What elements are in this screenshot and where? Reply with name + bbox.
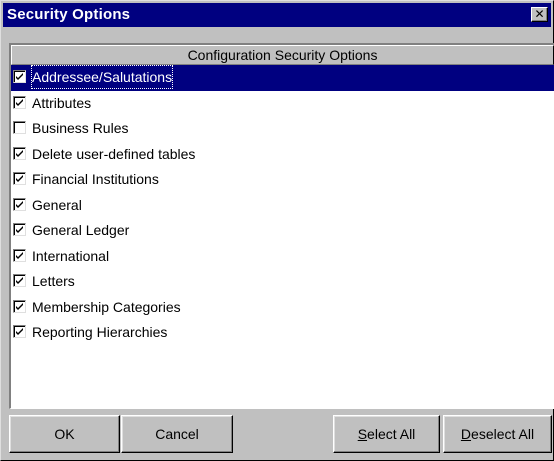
- list-item-label: Financial Institutions: [32, 171, 159, 187]
- list-item-label: Attributes: [32, 94, 92, 111]
- list-item-label: Addressee/Salutations: [31, 65, 174, 89]
- list-item-label: Letters: [32, 273, 75, 289]
- list-item-label: General Ledger: [32, 222, 130, 238]
- list-item[interactable]: Letters: [11, 269, 554, 295]
- checked-checkbox-icon[interactable]: [13, 248, 26, 262]
- deselect-all-mnemonic: D: [460, 426, 472, 442]
- ok-button[interactable]: OK: [9, 415, 120, 453]
- list-item[interactable]: Financial Institutions: [11, 167, 554, 193]
- list-item-label: Business Rules: [32, 120, 129, 136]
- list-item[interactable]: General: [11, 193, 554, 219]
- security-options-dialog: Security Options ✕ Configuration Securit…: [0, 0, 554, 461]
- checked-checkbox-icon[interactable]: [13, 146, 26, 160]
- checked-checkbox-icon[interactable]: [13, 70, 26, 83]
- list-item[interactable]: Addressee/Salutations: [11, 65, 554, 91]
- close-icon[interactable]: ✕: [531, 7, 548, 22]
- checked-checkbox-icon[interactable]: [13, 223, 26, 236]
- list-item[interactable]: Reporting Hierarchies: [11, 320, 554, 346]
- column-header[interactable]: Configuration Security Options: [11, 45, 554, 65]
- unchecked-checkbox-icon[interactable]: [13, 121, 26, 134]
- dialog-title: Security Options: [7, 6, 131, 23]
- deselect-all-label: eselect All: [471, 426, 535, 442]
- list-item[interactable]: Business Rules: [11, 116, 554, 142]
- select-all-label: elect All: [367, 426, 416, 442]
- select-all-mnemonic: S: [357, 426, 368, 442]
- list-item[interactable]: Delete user-defined tables: [11, 142, 554, 168]
- list-item[interactable]: Attributes: [11, 91, 554, 117]
- checked-checkbox-icon[interactable]: [13, 299, 26, 313]
- select-all-button[interactable]: Select All: [333, 415, 440, 453]
- checked-checkbox-icon[interactable]: [13, 172, 26, 185]
- checked-checkbox-icon[interactable]: [13, 325, 26, 338]
- list-item[interactable]: International: [11, 244, 554, 270]
- list-item[interactable]: General Ledger: [11, 218, 554, 244]
- list-rows: Addressee/Salutations Attributes Business …: [11, 65, 554, 346]
- checked-checkbox-icon[interactable]: [13, 274, 26, 287]
- list-item-label: General: [32, 196, 82, 213]
- checked-checkbox-icon[interactable]: [13, 95, 26, 109]
- list-item-label: Membership Categories: [32, 298, 181, 315]
- list-item-label: Delete user-defined tables: [32, 145, 196, 162]
- list-item[interactable]: Membership Categories: [11, 295, 554, 321]
- list-item-label: Reporting Hierarchies: [32, 324, 168, 340]
- title-bar[interactable]: Security Options ✕: [3, 3, 551, 27]
- list-item-label: International: [32, 247, 110, 264]
- checked-checkbox-icon[interactable]: [13, 197, 26, 211]
- cancel-button[interactable]: Cancel: [121, 415, 233, 453]
- deselect-all-button[interactable]: Deselect All: [443, 415, 552, 453]
- security-options-list[interactable]: Configuration Security Options Addressee…: [9, 43, 554, 409]
